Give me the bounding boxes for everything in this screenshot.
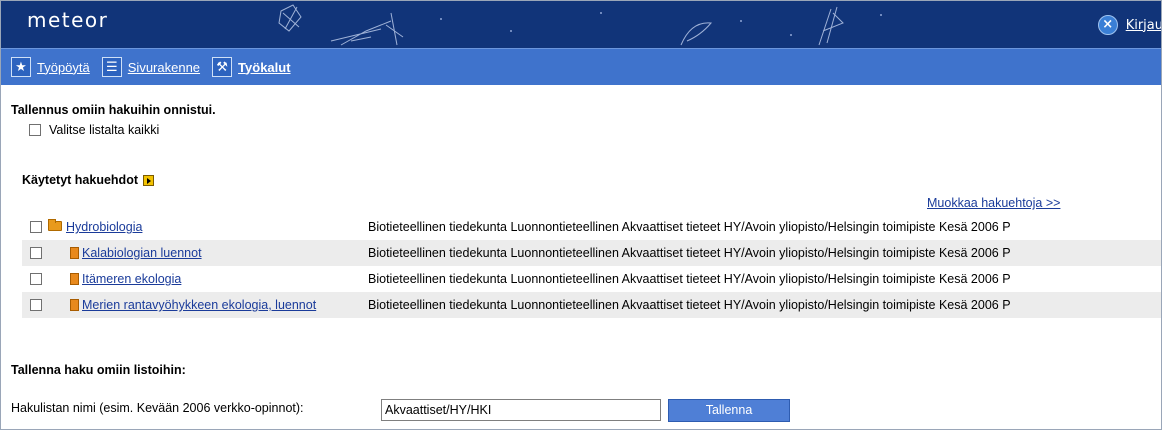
nav-item-tyopoyta[interactable]: ★ Työpöytä <box>11 57 90 77</box>
select-all[interactable]: Valitse listalta kaikki <box>29 123 159 137</box>
row-link[interactable]: Hydrobiologia <box>66 220 142 234</box>
row-description: Biotieteellinen tiedekunta Luonnontietee… <box>368 246 1011 260</box>
toolbar: ★ Työpöytä ☰ Sivurakenne ⚒ Työkalut <box>1 48 1161 85</box>
row-checkbox[interactable] <box>30 221 42 233</box>
list-item: Merien rantavyöhykkeen ekologia, luennot… <box>22 292 1161 318</box>
nav-label-sivurakenne[interactable]: Sivurakenne <box>128 60 200 75</box>
status-message: Tallennus omiin hakuihin onnistui. <box>11 103 216 117</box>
main-content: Tallennus omiin hakuihin onnistui. Valit… <box>1 85 1161 429</box>
row-link[interactable]: Merien rantavyöhykkeen ekologia, luennot <box>82 298 316 312</box>
row-link[interactable]: Kalabiologian luennot <box>82 246 202 260</box>
document-icon <box>70 247 79 259</box>
close-circle-icon[interactable]: × <box>1097 15 1118 35</box>
nav-label-tyopoyta[interactable]: Työpöytä <box>37 60 90 75</box>
row-link[interactable]: Itämeren ekologia <box>82 272 181 286</box>
select-all-checkbox[interactable] <box>29 124 41 136</box>
brand-logo: meteor <box>27 8 109 32</box>
save-button[interactable]: Tallenna <box>668 399 790 422</box>
logout-area[interactable]: × Kirjau <box>1097 15 1161 35</box>
list-name-input[interactable] <box>381 399 661 421</box>
list-icon[interactable]: ☰ <box>101 57 122 77</box>
nav-label-tyokalut[interactable]: Työkalut <box>238 60 291 75</box>
row-description: Biotieteellinen tiedekunta Luonnontietee… <box>368 298 1011 312</box>
row-checkbox[interactable] <box>30 299 42 311</box>
row-description: Biotieteellinen tiedekunta Luonnontietee… <box>368 272 1011 286</box>
save-section-title: Tallenna haku omiin listoihin: <box>11 363 186 377</box>
document-icon <box>70 273 79 285</box>
results-list: Hydrobiologia Biotieteellinen tiedekunta… <box>22 214 1161 318</box>
edit-criteria-link[interactable]: Muokkaa hakuehtoja >> <box>927 196 1060 210</box>
save-field-row: Hakulistan nimi (esim. Kevään 2006 verkk… <box>11 401 304 415</box>
star-icon[interactable]: ★ <box>11 57 31 77</box>
folder-icon <box>48 219 62 231</box>
document-icon <box>70 299 79 311</box>
expand-arrow-icon[interactable] <box>143 174 154 186</box>
logout-link[interactable]: Kirjau <box>1126 18 1161 33</box>
row-description: Biotieteellinen tiedekunta Luonnontietee… <box>368 220 1011 234</box>
tools-icon[interactable]: ⚒ <box>212 57 233 77</box>
row-checkbox[interactable] <box>30 247 42 259</box>
nav-item-tyokalut[interactable]: ⚒ Työkalut <box>212 57 291 77</box>
list-item: Hydrobiologia Biotieteellinen tiedekunta… <box>22 214 1161 240</box>
used-criteria-label: Käytetyt hakuehdot <box>22 173 138 187</box>
list-item: Kalabiologian luennot Biotieteellinen ti… <box>22 240 1161 266</box>
app-window: meteor × Kirjau ★ Työpöytä ☰ Sivurakenne <box>0 0 1162 430</box>
save-field-label: Hakulistan nimi (esim. Kevään 2006 verkk… <box>11 401 304 415</box>
nav-item-sivurakenne[interactable]: ☰ Sivurakenne <box>101 57 200 77</box>
list-item: Itämeren ekologia Biotieteellinen tiedek… <box>22 266 1161 292</box>
used-criteria-title: Käytetyt hakuehdot <box>22 173 154 187</box>
select-all-label: Valitse listalta kaikki <box>49 123 160 137</box>
top-banner: meteor × Kirjau <box>1 1 1161 48</box>
row-checkbox[interactable] <box>30 273 42 285</box>
banner-decoration <box>278 4 882 46</box>
